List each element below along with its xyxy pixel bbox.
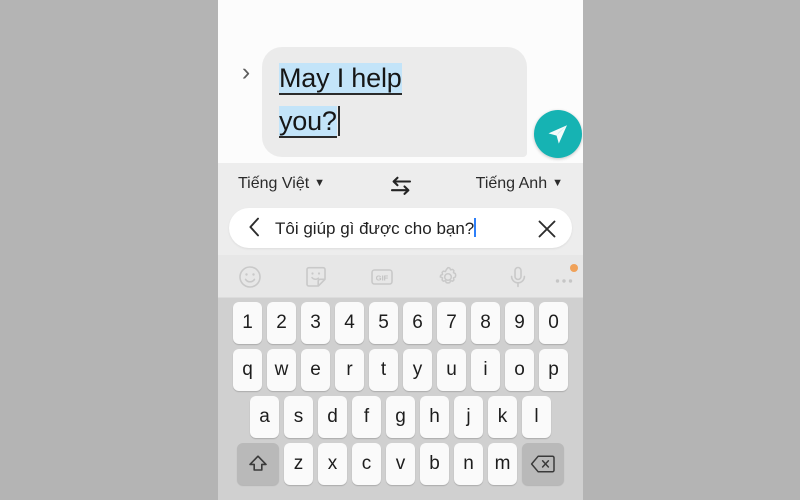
key-e[interactable]: e	[301, 349, 330, 391]
key-k[interactable]: k	[488, 396, 517, 438]
key-0[interactable]: 0	[539, 302, 568, 344]
microphone-icon	[510, 266, 526, 288]
key-z[interactable]: z	[284, 443, 313, 485]
keyboard-settings-button[interactable]	[434, 263, 462, 291]
gif-icon: GIF	[371, 269, 393, 285]
chevron-right-icon[interactable]: ›	[236, 58, 256, 86]
key-a[interactable]: a	[250, 396, 279, 438]
key-o[interactable]: o	[505, 349, 534, 391]
notification-badge	[570, 264, 578, 272]
target-language-label: Tiếng Anh	[475, 175, 548, 192]
chat-message-line-1: May I help	[279, 63, 402, 95]
key-6[interactable]: 6	[403, 302, 432, 344]
translate-panel: Tiếng Việt ▼ Tiếng Anh ▼ Tôi giúp gì đượ…	[218, 163, 583, 255]
virtual-keyboard: 1234567890 qwertyuiop asdfghjkl zxcvbnm	[218, 298, 583, 500]
key-7[interactable]: 7	[437, 302, 466, 344]
key-i[interactable]: i	[471, 349, 500, 391]
key-w[interactable]: w	[267, 349, 296, 391]
key-c[interactable]: c	[352, 443, 381, 485]
chevron-down-icon: ▼	[314, 177, 326, 189]
backspace-delete-icon	[530, 455, 555, 473]
key-j[interactable]: j	[454, 396, 483, 438]
key-n[interactable]: n	[454, 443, 483, 485]
chat-message-bubble[interactable]: May I help you?	[262, 47, 527, 157]
key-m[interactable]: m	[488, 443, 517, 485]
sticker-icon	[306, 266, 326, 287]
keyboard-row-numbers: 1234567890	[218, 302, 583, 344]
key-p[interactable]: p	[539, 349, 568, 391]
key-h[interactable]: h	[420, 396, 449, 438]
chat-message-line-2: you?	[279, 106, 337, 138]
key-x[interactable]: x	[318, 443, 347, 485]
sticker-button[interactable]	[302, 263, 330, 291]
screenshot-root: › May I help you? Tiếng Việt ▼ Tiếng Anh…	[0, 0, 800, 500]
text-cursor	[337, 106, 340, 136]
key-d[interactable]: d	[318, 396, 347, 438]
shift-key[interactable]	[237, 443, 279, 485]
shift-arrow-icon	[249, 455, 267, 471]
svg-text:GIF: GIF	[376, 274, 389, 283]
settings-gear-icon	[439, 266, 457, 284]
key-8[interactable]: 8	[471, 302, 500, 344]
send-button[interactable]	[534, 110, 582, 158]
keyboard-toolbar: GIF	[218, 255, 583, 298]
source-language-label: Tiếng Việt	[238, 175, 310, 192]
keyboard-row-bottom: zxcvbnm	[218, 443, 583, 485]
chat-message-text: May I help you?	[279, 57, 509, 143]
voice-input-button[interactable]	[504, 263, 532, 291]
key-l[interactable]: l	[522, 396, 551, 438]
key-4[interactable]: 4	[335, 302, 364, 344]
key-f[interactable]: f	[352, 396, 381, 438]
language-selector-row: Tiếng Việt ▼ Tiếng Anh ▼	[218, 163, 583, 208]
chevron-down-icon: ▼	[552, 177, 563, 189]
key-y[interactable]: y	[403, 349, 432, 391]
emoji-icon	[239, 266, 261, 288]
key-r[interactable]: r	[335, 349, 364, 391]
key-5[interactable]: 5	[369, 302, 398, 344]
key-u[interactable]: u	[437, 349, 466, 391]
translate-input-text: Tôi giúp gì được cho bạn?	[275, 217, 477, 240]
key-3[interactable]: 3	[301, 302, 330, 344]
send-paper-plane-icon	[548, 125, 567, 144]
backspace-key[interactable]	[522, 443, 564, 485]
target-language-selector[interactable]: Tiếng Anh ▼	[476, 175, 563, 193]
translate-input-value: Tôi giúp gì được cho bạn?	[275, 219, 475, 238]
keyboard-row-home: asdfghjkl	[218, 396, 583, 438]
translate-input-field[interactable]: Tôi giúp gì được cho bạn?	[229, 208, 572, 248]
key-b[interactable]: b	[420, 443, 449, 485]
gif-button[interactable]: GIF	[368, 263, 396, 291]
key-g[interactable]: g	[386, 396, 415, 438]
input-cursor	[474, 218, 477, 237]
more-options-button[interactable]	[550, 263, 578, 291]
swap-horizontal-icon	[390, 176, 411, 195]
key-9[interactable]: 9	[505, 302, 534, 344]
key-s[interactable]: s	[284, 396, 313, 438]
keyboard-row-top: qwertyuiop	[218, 349, 583, 391]
clear-input-button[interactable]	[536, 218, 558, 240]
phone-screen: › May I help you? Tiếng Việt ▼ Tiếng Anh…	[218, 0, 583, 500]
key-q[interactable]: q	[233, 349, 262, 391]
key-t[interactable]: t	[369, 349, 398, 391]
back-chevron-icon[interactable]	[243, 217, 265, 239]
emoji-button[interactable]	[236, 263, 264, 291]
source-language-selector[interactable]: Tiếng Việt ▼	[238, 175, 325, 193]
swap-languages-button[interactable]	[389, 175, 413, 197]
close-x-icon	[538, 220, 556, 238]
key-1[interactable]: 1	[233, 302, 262, 344]
key-v[interactable]: v	[386, 443, 415, 485]
chat-area: › May I help you?	[218, 0, 583, 163]
key-2[interactable]: 2	[267, 302, 296, 344]
